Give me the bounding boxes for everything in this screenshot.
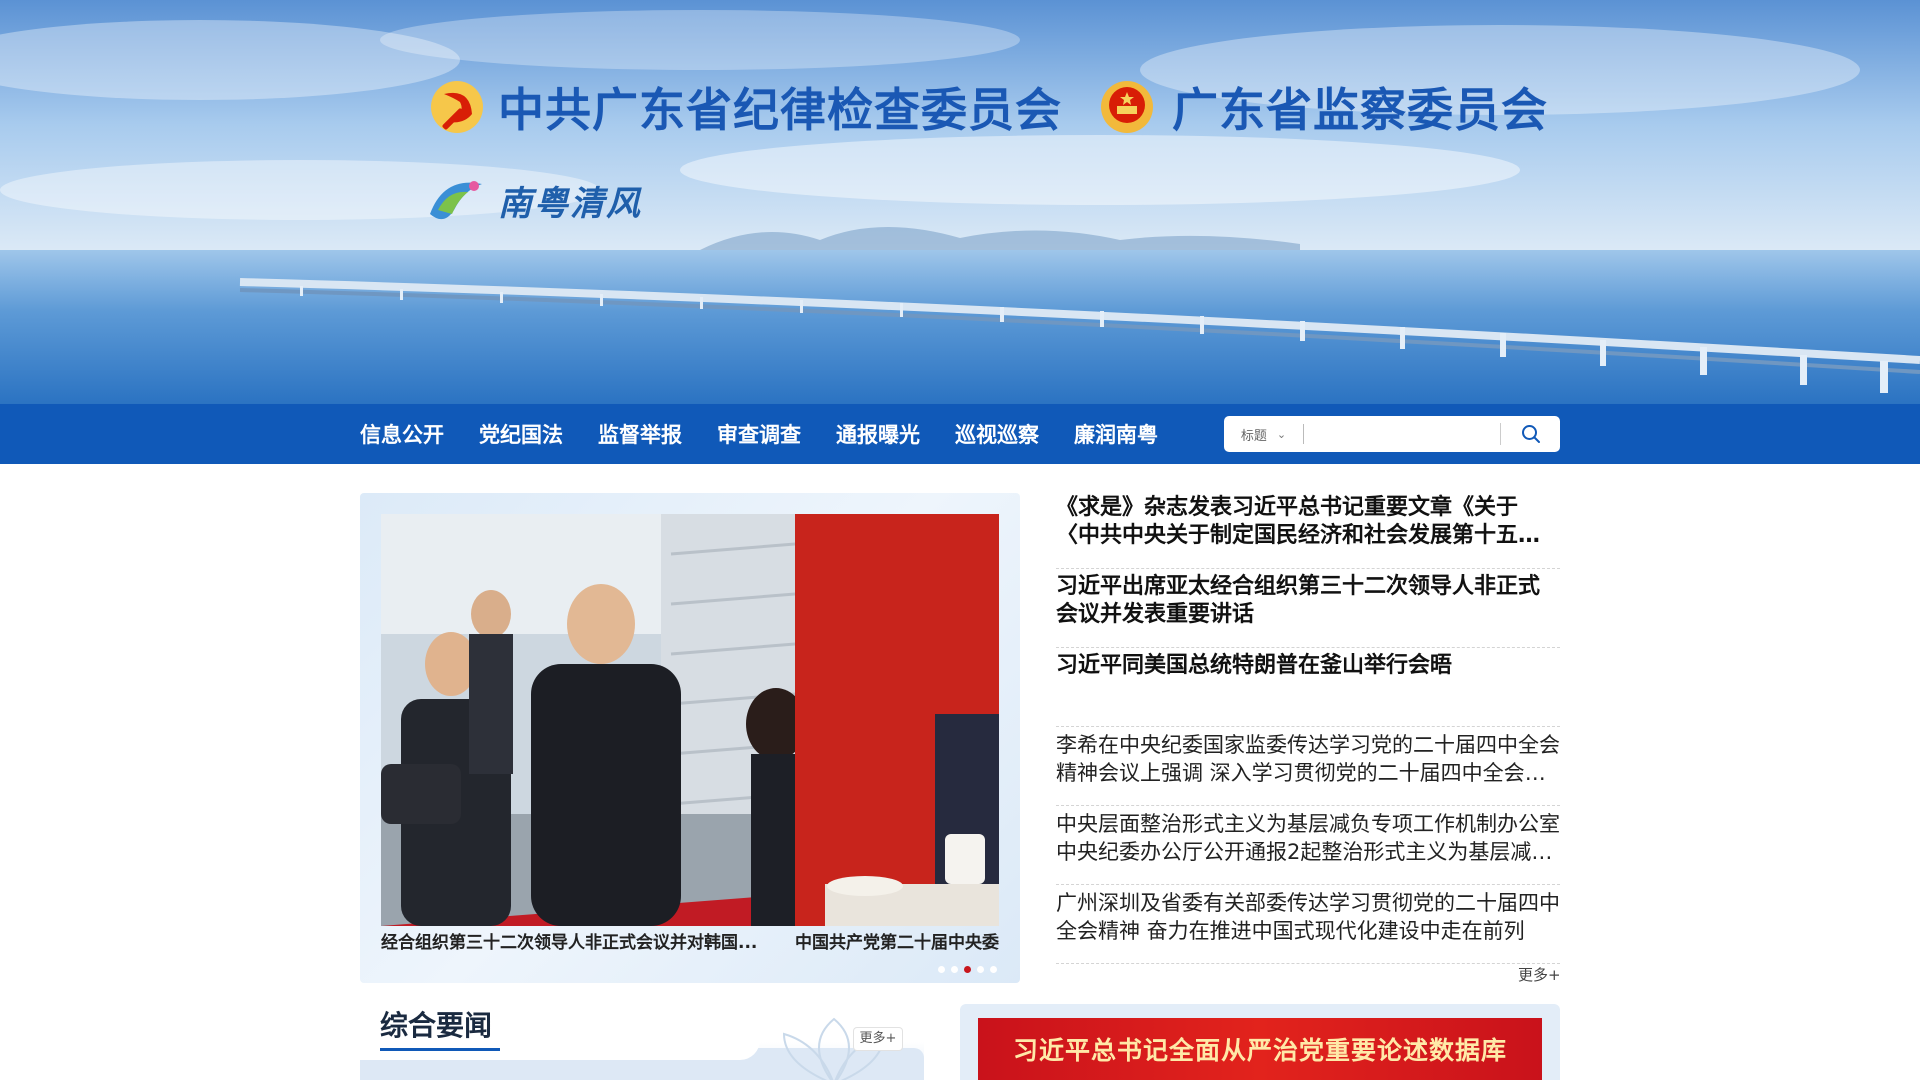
nav-item-lianrun[interactable]: 廉润南粤 (1074, 419, 1158, 449)
search-input[interactable] (1304, 416, 1500, 452)
slide-photo-meeting[interactable] (795, 514, 999, 926)
party-emblem-icon (431, 81, 483, 133)
headline-text[interactable]: 《求是》杂志发表习近平总书记重要文章《关于〈中共中央关于制定国民经济和社会发展第… (1056, 494, 1560, 550)
nav-item-inspection[interactable]: 巡视巡察 (955, 419, 1039, 449)
database-banner-container: 习近平总书记全面从严治党重要论述数据库 (960, 1004, 1560, 1080)
org-title-discipline: 中共广东省纪律检查委员会 (498, 83, 1062, 137)
search-icon (1521, 425, 1540, 443)
slide-photo-airport[interactable] (381, 514, 795, 926)
org-title-supervision: 广东省监察委员会 (1172, 83, 1548, 137)
chevron-down-icon: ⌄ (1276, 427, 1287, 441)
search-button[interactable] (1500, 423, 1560, 445)
news-item[interactable]: 中央层面整治形式主义为基层减负专项工作机制办公室 中央纪委办公厅公开通报2起整治… (1056, 806, 1560, 885)
search-box: 标题 ⌄ (1224, 416, 1560, 452)
nav-item-info-disclosure[interactable]: 信息公开 (360, 419, 444, 449)
main-navbar: 信息公开 党纪国法 监督举报 审查调查 通报曝光 巡视巡察 廉润南粤 标题 ⌄ (0, 404, 1920, 464)
search-scope-select[interactable]: 标题 ⌄ (1224, 424, 1304, 444)
nav-menu: 信息公开 党纪国法 监督举报 审查调查 通报曝光 巡视巡察 廉润南粤 (360, 404, 1193, 464)
headlines-more-link[interactable]: 更多+ (1518, 964, 1561, 985)
nav-item-supervision-report[interactable]: 监督举报 (598, 419, 682, 449)
headline-text[interactable]: 习近平出席亚太经合组织第三十二次领导人非正式会议并发表重要讲话 (1056, 573, 1560, 629)
section-more-button[interactable]: 更多+ (854, 1028, 902, 1050)
carousel-indicator (938, 966, 997, 973)
carousel-dot[interactable] (990, 966, 997, 973)
headline-text[interactable]: 习近平同美国总统特朗普在釜山举行会晤 (1056, 652, 1560, 680)
slide-caption-2[interactable]: 中国共产党第二十届中央委 (795, 928, 999, 953)
news-text[interactable]: 李希在中央纪委国家监委传达学习党的二十届四中全会精神会议上强调 深入学习贯彻党的… (1056, 731, 1560, 787)
carousel-dot[interactable] (938, 966, 945, 973)
nav-item-exposure[interactable]: 通报曝光 (836, 419, 920, 449)
headline-item[interactable]: 《求是》杂志发表习近平总书记重要文章《关于〈中共中央关于制定国民经济和社会发展第… (1056, 490, 1560, 569)
nav-item-party-discipline[interactable]: 党纪国法 (479, 419, 563, 449)
news-item[interactable]: 广州深圳及省委有关部委传达学习贯彻党的二十届四中全会精神 奋力在推进中国式现代化… (1056, 885, 1560, 964)
nav-item-investigation[interactable]: 审查调查 (717, 419, 801, 449)
section-title-underline (380, 1048, 500, 1051)
headline-list: 《求是》杂志发表习近平总书记重要文章《关于〈中共中央关于制定国民经济和社会发展第… (1056, 490, 1560, 964)
carousel-dot[interactable] (951, 966, 958, 973)
news-text[interactable]: 广州深圳及省委有关部委传达学习贯彻党的二十届四中全会精神 奋力在推进中国式现代化… (1056, 889, 1560, 945)
national-emblem-icon (1101, 81, 1153, 133)
section-general-news: 综合要闻 更多+ (360, 1004, 924, 1080)
carousel-track: 经合组织第三十二次领导人非正式会议并对韩国... 中国共产党第二十届中央委 (381, 514, 999, 954)
database-banner-text: 习近平总书记全面从严治党重要论述数据库 (1012, 1036, 1507, 1065)
search-scope-label: 标题 (1240, 428, 1267, 444)
carousel-dot[interactable] (977, 966, 984, 973)
org-title-row: 中共广东省纪律检查委员会 广东省监察委员会 (430, 72, 1548, 142)
database-banner[interactable]: 习近平总书记全面从严治党重要论述数据库 (978, 1018, 1542, 1080)
slide-caption-1[interactable]: 经合组织第三十二次领导人非正式会议并对韩国... (381, 928, 781, 953)
headline-item[interactable]: 习近平出席亚太经合组织第三十二次领导人非正式会议并发表重要讲话 (1056, 569, 1560, 648)
bridge-sea-scene (0, 0, 1920, 404)
header-banner: 中共广东省纪律检查委员会 广东省监察委员会 南粤清风 (0, 0, 1920, 404)
news-text[interactable]: 中央层面整治形式主义为基层减负专项工作机制办公室 中央纪委办公厅公开通报2起整治… (1056, 810, 1560, 866)
news-item[interactable]: 李希在中央纪委国家监委传达学习党的二十届四中全会精神会议上强调 深入学习贯彻党的… (1056, 727, 1560, 806)
headline-item[interactable]: 习近平同美国总统特朗普在釜山举行会晤 (1056, 648, 1560, 727)
brand-name: 南粤清风 (498, 183, 642, 224)
section-title: 综合要闻 (380, 1009, 493, 1042)
carousel-dot-active[interactable] (964, 966, 971, 973)
brand-logo[interactable]: 南粤清风 (424, 170, 642, 230)
photo-carousel[interactable]: 经合组织第三十二次领导人非正式会议并对韩国... 中国共产党第二十届中央委 (360, 493, 1020, 983)
lotus-logo-icon (430, 181, 482, 220)
